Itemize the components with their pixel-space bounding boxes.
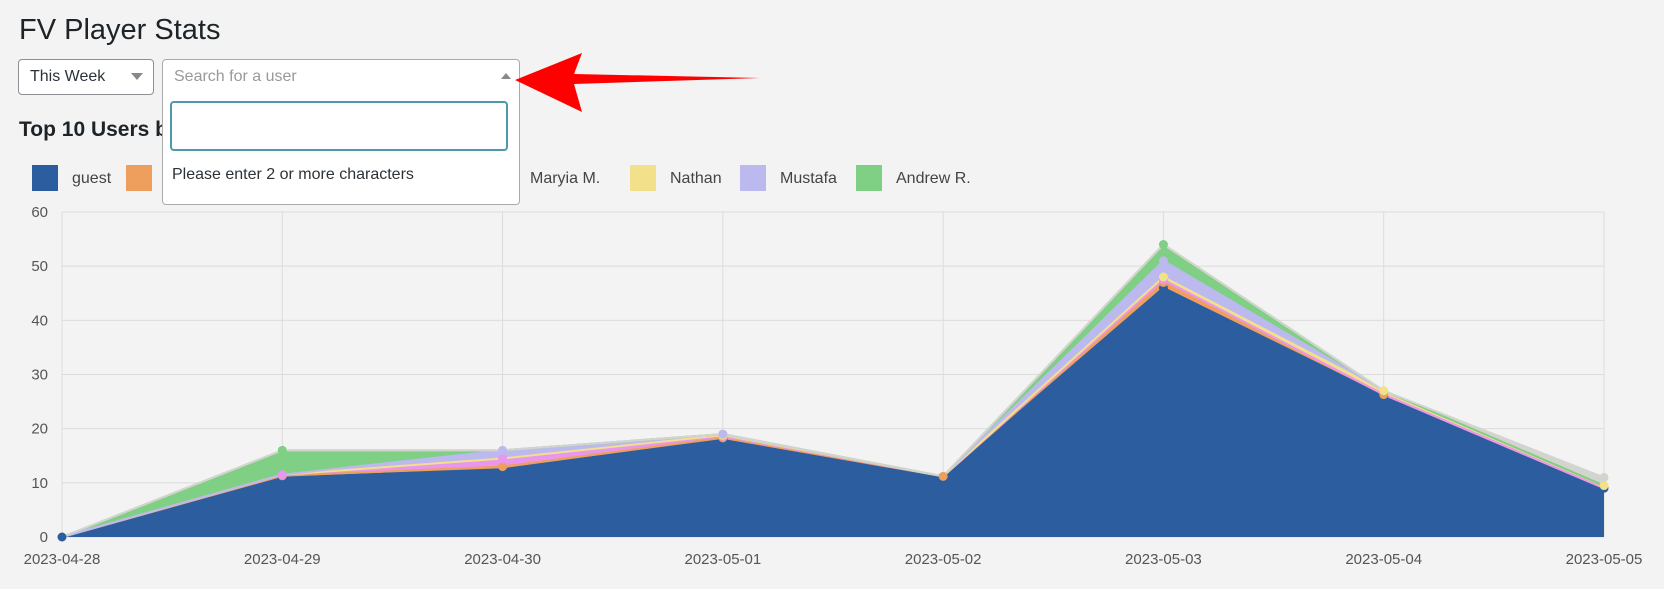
legend-swatch <box>740 165 766 191</box>
user-search-dropdown: Please enter 2 or more characters <box>162 94 520 205</box>
data-point <box>938 471 948 481</box>
legend-label: Andrew R. <box>896 170 971 187</box>
y-tick-label: 0 <box>40 529 48 546</box>
chevron-up-icon <box>501 73 511 79</box>
series-area <box>62 287 1604 537</box>
legend-label: Maryia M. <box>530 170 601 187</box>
data-point <box>277 445 287 455</box>
legend-label: Mustafa <box>780 170 837 187</box>
legend-label: guest <box>72 170 112 187</box>
data-point <box>498 462 508 472</box>
user-search-select[interactable]: Search for a user <box>162 59 520 95</box>
legend-label: Nathan <box>670 170 722 187</box>
data-point <box>718 429 728 439</box>
x-tick-label: 2023-05-05 <box>1566 551 1643 568</box>
x-tick-label: 2023-04-29 <box>244 551 321 568</box>
user-search-placeholder: Search for a user <box>174 68 297 85</box>
user-search-input[interactable] <box>170 101 508 151</box>
data-point <box>1158 240 1168 249</box>
data-point <box>1379 386 1389 396</box>
legend-swatch <box>126 165 152 191</box>
date-range-value: This Week <box>30 68 106 85</box>
y-tick-label: 50 <box>31 258 48 275</box>
y-tick-label: 20 <box>31 421 48 438</box>
arrow-icon <box>515 53 760 112</box>
data-point <box>498 453 508 463</box>
data-point <box>498 445 508 455</box>
data-point <box>1158 272 1168 282</box>
page-title: FV Player Stats <box>19 14 221 46</box>
date-range-select[interactable]: This Week <box>18 59 154 95</box>
x-tick-label: 2023-04-30 <box>464 551 541 568</box>
dropdown-hint-message: Please enter 2 or more characters <box>172 166 414 183</box>
section-title: Top 10 Users b <box>19 118 168 141</box>
data-point <box>57 532 67 542</box>
y-tick-label: 40 <box>31 312 48 329</box>
data-point <box>277 470 287 480</box>
red-arrow-annotation <box>515 53 760 112</box>
legend-swatch <box>630 165 656 191</box>
y-tick-label: 10 <box>31 475 48 492</box>
legend-swatch <box>32 165 58 191</box>
x-tick-label: 2023-05-02 <box>905 551 982 568</box>
y-tick-label: 30 <box>31 367 48 384</box>
chevron-down-icon <box>131 73 143 80</box>
x-tick-label: 2023-05-01 <box>684 551 761 568</box>
data-point <box>1599 472 1609 482</box>
x-tick-label: 2023-04-28 <box>24 551 101 568</box>
stacked-area-chart: 0 10 20 30 40 50 60 2023-04-28 2023-04-29 2023-04… <box>24 204 1643 568</box>
y-tick-label: 60 <box>31 204 48 221</box>
x-tick-label: 2023-05-04 <box>1345 551 1422 568</box>
x-tick-label: 2023-05-03 <box>1125 551 1202 568</box>
legend-swatch <box>856 165 882 191</box>
data-point <box>1599 481 1609 491</box>
data-point <box>1158 256 1168 266</box>
